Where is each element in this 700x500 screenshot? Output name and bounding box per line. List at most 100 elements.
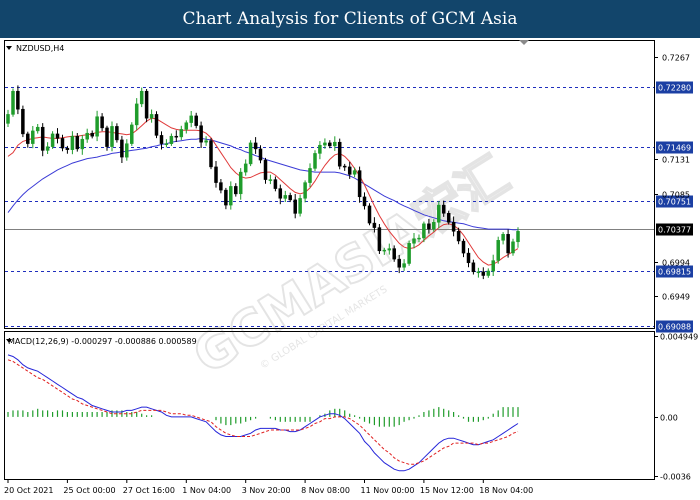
candle-body[interactable]: [298, 198, 302, 214]
candle-body[interactable]: [402, 263, 406, 268]
candle-body[interactable]: [496, 240, 500, 261]
candle-body[interactable]: [268, 179, 273, 181]
candle-body[interactable]: [169, 135, 174, 144]
candle-body[interactable]: [328, 142, 332, 147]
candle-body[interactable]: [511, 241, 515, 254]
candle-body[interactable]: [110, 126, 114, 147]
candle-body[interactable]: [422, 223, 426, 239]
candle-body[interactable]: [75, 135, 80, 150]
candle-body[interactable]: [125, 143, 129, 158]
candle-body[interactable]: [214, 166, 218, 183]
candle-body[interactable]: [55, 133, 60, 139]
candle-body[interactable]: [95, 116, 99, 137]
candle-body[interactable]: [382, 249, 387, 252]
candle-body[interactable]: [461, 240, 466, 254]
candle-body[interactable]: [31, 130, 35, 144]
candle-body[interactable]: [11, 90, 15, 115]
candle-body[interactable]: [40, 126, 45, 151]
candle-body[interactable]: [60, 138, 65, 149]
candle-body[interactable]: [288, 195, 292, 201]
candle-body[interactable]: [308, 168, 312, 183]
candle-body[interactable]: [134, 103, 139, 126]
candle-body[interactable]: [154, 114, 159, 136]
candle-body[interactable]: [446, 213, 451, 223]
candle-body[interactable]: [120, 139, 124, 158]
candle-body[interactable]: [491, 260, 495, 272]
candle-body[interactable]: [372, 222, 377, 228]
candle-body[interactable]: [407, 243, 411, 264]
candle-body[interactable]: [204, 140, 208, 143]
candle-body[interactable]: [45, 146, 50, 151]
candle-body[interactable]: [194, 115, 198, 126]
candle-body[interactable]: [323, 142, 327, 146]
candle-body[interactable]: [189, 115, 193, 123]
candle-body[interactable]: [253, 142, 258, 150]
candle-body[interactable]: [219, 182, 223, 191]
candle-body[interactable]: [456, 231, 461, 242]
candle-body[interactable]: [229, 186, 233, 206]
candle-body[interactable]: [387, 248, 392, 251]
candle-body[interactable]: [501, 234, 505, 241]
candle-body[interactable]: [70, 135, 75, 150]
candle-body[interactable]: [283, 195, 288, 199]
candle-body[interactable]: [35, 126, 40, 132]
candle-body[interactable]: [263, 159, 268, 180]
candle-body[interactable]: [16, 90, 20, 110]
candle-body[interactable]: [441, 204, 446, 214]
candle-body[interactable]: [397, 258, 401, 268]
candle-body[interactable]: [486, 270, 491, 276]
candle-body[interactable]: [352, 170, 357, 175]
candle-body[interactable]: [451, 222, 456, 232]
candle-body[interactable]: [248, 142, 253, 165]
candle-body[interactable]: [412, 238, 416, 244]
candle-body[interactable]: [21, 108, 25, 135]
candle-body[interactable]: [273, 179, 278, 189]
candle-body[interactable]: [347, 166, 352, 175]
candle-body[interactable]: [466, 252, 471, 264]
candle-body[interactable]: [313, 153, 317, 169]
candle-body[interactable]: [362, 196, 367, 207]
candle-body[interactable]: [224, 189, 228, 206]
candle-body[interactable]: [80, 138, 85, 150]
candle-body[interactable]: [209, 140, 213, 168]
candle-body[interactable]: [427, 223, 431, 230]
candle-body[interactable]: [333, 141, 337, 147]
candle-body[interactable]: [342, 165, 347, 168]
candle-body[interactable]: [392, 248, 396, 260]
candle-body[interactable]: [139, 90, 144, 105]
candle-body[interactable]: [318, 144, 322, 154]
candle-body[interactable]: [367, 205, 372, 224]
candle-body[interactable]: [476, 271, 481, 274]
candle-body[interactable]: [130, 124, 134, 144]
candle-body[interactable]: [164, 143, 169, 145]
candle-body[interactable]: [258, 148, 263, 161]
candle-body[interactable]: [377, 227, 382, 252]
candle-body[interactable]: [357, 170, 362, 198]
candle-body[interactable]: [199, 125, 203, 143]
candle-body[interactable]: [85, 132, 89, 140]
candle-body[interactable]: [144, 90, 149, 119]
candle-body[interactable]: [50, 133, 55, 147]
candle-body[interactable]: [174, 135, 179, 138]
candle-body[interactable]: [26, 133, 30, 144]
candle-body[interactable]: [516, 231, 520, 243]
candle-body[interactable]: [234, 186, 238, 195]
candle-body[interactable]: [159, 135, 164, 144]
candle-body[interactable]: [6, 114, 10, 124]
candle-body[interactable]: [184, 122, 189, 130]
candle-body[interactable]: [417, 237, 421, 240]
candle-body[interactable]: [90, 132, 94, 137]
candle-body[interactable]: [105, 127, 109, 147]
candle-body[interactable]: [278, 188, 283, 199]
candle-body[interactable]: [337, 141, 342, 167]
candle-body[interactable]: [303, 182, 307, 199]
candle-body[interactable]: [506, 234, 510, 254]
candle-body[interactable]: [293, 199, 297, 214]
candle-body[interactable]: [100, 116, 104, 129]
candle-body[interactable]: [471, 262, 476, 273]
candle-body[interactable]: [243, 163, 248, 173]
candle-body[interactable]: [179, 129, 184, 138]
candle-body[interactable]: [437, 204, 441, 223]
candle-body[interactable]: [149, 114, 154, 119]
candle-body[interactable]: [115, 126, 119, 141]
